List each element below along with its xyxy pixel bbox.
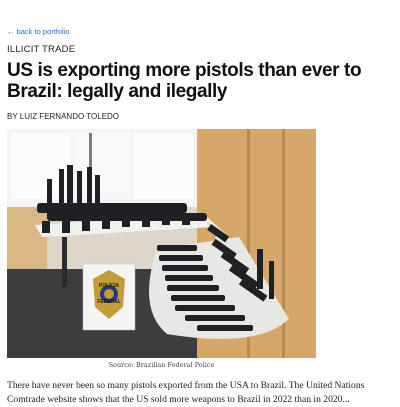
section-kicker: ILLICIT TRADE xyxy=(7,44,76,55)
article-byline: BY LUIZ FERNANDO TOLEDO xyxy=(7,112,120,121)
article-page: ← back to portfolio ILLICIT TRADE US is … xyxy=(0,0,400,405)
article-intro: There have never been so many pistols ex… xyxy=(7,379,395,407)
badge-text-top: POLÍCIA xyxy=(99,281,120,289)
seized-weapons-photo: POLÍCIA FEDERAL xyxy=(7,129,316,358)
article-title: US is exporting more pistols than ever t… xyxy=(7,60,362,102)
article-photo: POLÍCIA FEDERAL xyxy=(7,129,316,358)
article-intro-line-1: There have never been so many pistols ex… xyxy=(7,380,365,391)
back-to-portfolio-link[interactable]: ← back to portfolio xyxy=(7,27,70,36)
photo-caption: Source: Brazilian Federal Police xyxy=(108,361,215,369)
badge-text-bottom: FEDERAL xyxy=(97,299,121,305)
